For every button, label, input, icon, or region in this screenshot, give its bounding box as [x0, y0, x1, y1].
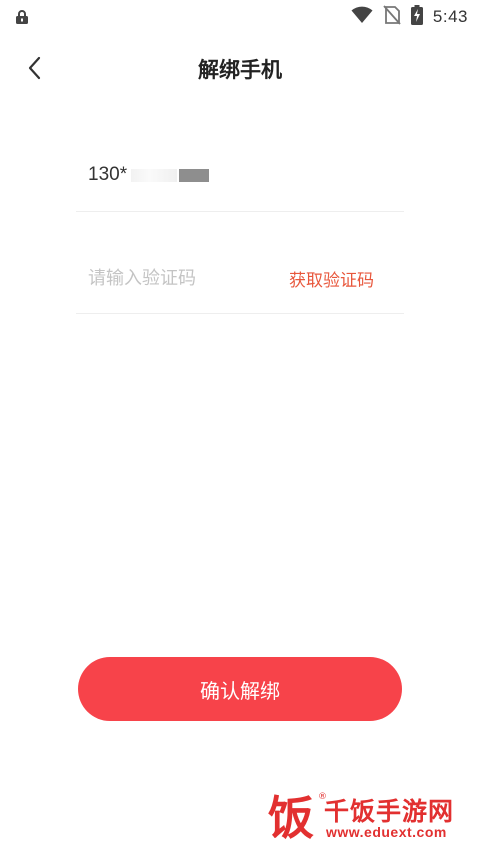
phone-prefix: 130* [88, 164, 128, 185]
confirm-unbind-label: 确认解绑 [200, 678, 280, 703]
verification-code-field: 获取验证码 [76, 246, 404, 314]
phone-number-field: 130* [76, 146, 404, 212]
unbind-phone-screen: 5:43 解绑手机 130* 获取验证码 确认解绑 饭 ® 千饭手 [0, 0, 480, 854]
watermark-logo-char: 饭 [268, 791, 314, 845]
status-time: 5:43 [432, 7, 468, 26]
masked-digits-blur [131, 168, 178, 182]
masked-digits-block [179, 168, 210, 182]
lock-icon [14, 9, 30, 25]
no-sim-icon [383, 5, 401, 29]
watermark-logo: 饭 ® 千饭手游网 www.eduext.com [262, 790, 472, 846]
battery-charging-icon [410, 5, 423, 29]
status-bar: 5:43 [0, 0, 480, 34]
confirm-unbind-button[interactable]: 确认解绑 [78, 657, 402, 721]
verification-code-input[interactable] [88, 262, 268, 294]
get-code-button[interactable]: 获取验证码 [289, 266, 374, 291]
watermark-url: www.eduext.com [326, 824, 447, 840]
wifi-icon [351, 6, 373, 28]
status-icons: 5:43 [351, 5, 468, 29]
watermark-site-name: 千饭手游网 [324, 797, 455, 826]
page-title: 解绑手机 [198, 58, 282, 82]
header: 解绑手机 [0, 40, 480, 100]
phone-number: 130* [88, 164, 210, 186]
